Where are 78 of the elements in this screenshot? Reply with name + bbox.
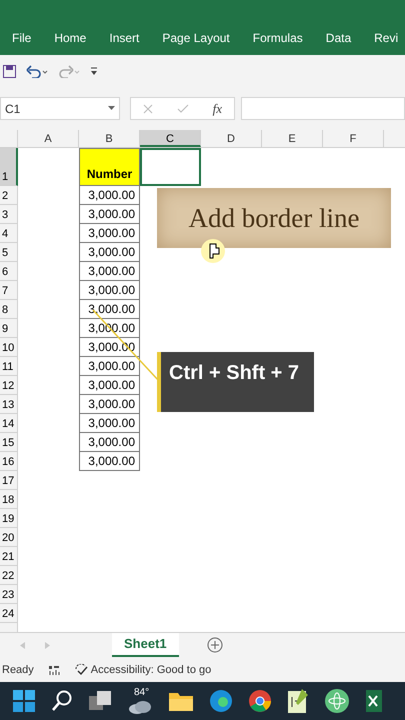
table-cell: 3,000.00 (79, 281, 140, 300)
weather-temperature[interactable]: 84° (134, 685, 150, 700)
column-header[interactable]: F (323, 130, 384, 147)
table-cell: 3,000.00 (79, 376, 140, 395)
folder-icon[interactable] (169, 691, 193, 711)
table-cell: 3,000.00 (79, 243, 140, 262)
table-cell: Number (79, 148, 140, 186)
ribbon-tab[interactable]: Data (326, 29, 352, 47)
browser-icon[interactable] (210, 690, 232, 712)
save-icon[interactable] (3, 65, 16, 78)
table-cell: 3,000.00 (79, 300, 140, 319)
row-header[interactable]: 5 (0, 243, 18, 262)
row-header[interactable]: 1 (0, 148, 18, 186)
row-header[interactable]: 4 (0, 224, 18, 243)
row-header[interactable]: 10 (0, 338, 18, 357)
ribbon-tab[interactable]: Page Layout (162, 29, 230, 47)
row-header[interactable]: 15 (0, 433, 18, 452)
shortcut-text: Ctrl + Shft + 7 (169, 362, 300, 384)
accessibility-icon[interactable] (74, 664, 88, 676)
table-cell: 3,000.00 (79, 186, 140, 205)
cursor-icon (200, 238, 226, 264)
row-header[interactable]: 12 (0, 376, 18, 395)
row-header[interactable]: 18 (0, 490, 18, 509)
add-sheet-icon[interactable] (206, 637, 223, 653)
row-header[interactable]: 9 (0, 319, 18, 338)
ribbon-tab[interactable]: File (12, 29, 32, 47)
row-header[interactable]: 23 (0, 585, 18, 604)
column-header[interactable]: E (262, 130, 323, 147)
customize-icon[interactable] (90, 67, 98, 76)
row-header[interactable]: 16 (0, 452, 18, 471)
chrome-icon[interactable] (249, 690, 271, 712)
task-view-icon[interactable] (89, 691, 111, 711)
formula-input[interactable] (241, 97, 405, 120)
ribbon-tab[interactable]: Revi (374, 29, 398, 47)
column-header[interactable]: D (201, 130, 262, 147)
macro-icon[interactable] (48, 664, 60, 676)
row-header[interactable]: 24 (0, 604, 18, 623)
accessibility-status[interactable]: Accessibility: Good to go (90, 662, 212, 678)
table-cell: 3,000.00 (79, 224, 140, 243)
table-cell: 3,000.00 (79, 357, 140, 376)
table-cell: 3,000.00 (79, 395, 140, 414)
row-header[interactable]: 22 (0, 566, 18, 585)
table-cell: 3,000.00 (79, 433, 140, 452)
status-text: Ready (2, 662, 34, 678)
check-icon[interactable] (176, 104, 189, 114)
table-cell: 3,000.00 (79, 205, 140, 224)
table-cell: 3,000.00 (79, 452, 140, 471)
ribbon-tab[interactable]: Insert (109, 29, 140, 47)
ribbon-tab[interactable]: Home (54, 29, 86, 47)
ribbon-tab[interactable]: Formulas (252, 29, 303, 47)
cloud-icon[interactable] (128, 700, 152, 714)
table-cell: 3,000.00 (79, 414, 140, 433)
row-header[interactable]: 8 (0, 300, 18, 319)
row-header[interactable]: 17 (0, 471, 18, 490)
row-header[interactable]: 14 (0, 414, 18, 433)
row-header[interactable]: 6 (0, 262, 18, 281)
start-icon[interactable] (13, 690, 35, 712)
row-header[interactable]: 20 (0, 528, 18, 547)
name-box[interactable]: C1 (0, 97, 120, 120)
undo-icon[interactable] (26, 65, 48, 78)
row-header[interactable]: 11 (0, 357, 18, 376)
atom-icon[interactable] (325, 689, 349, 713)
notepad-icon[interactable] (288, 689, 308, 713)
row-header[interactable]: 7 (0, 281, 18, 300)
row-header[interactable]: 19 (0, 509, 18, 528)
search-icon[interactable] (52, 690, 72, 712)
row-header[interactable]: 13 (0, 395, 18, 414)
insert-function-button[interactable]: fx (212, 98, 222, 118)
table-cell: 3,000.00 (79, 262, 140, 281)
row-header[interactable]: 2 (0, 186, 18, 205)
column-header[interactable]: C (140, 130, 201, 147)
row-header[interactable]: 3 (0, 205, 18, 224)
banner-text: Add border line (188, 202, 360, 235)
column-header[interactable]: A (18, 130, 79, 147)
row-header[interactable]: 21 (0, 547, 18, 566)
selected-cell[interactable] (140, 148, 201, 186)
sheet-tab[interactable]: Sheet1 (112, 633, 179, 657)
excel-icon[interactable] (366, 690, 382, 712)
